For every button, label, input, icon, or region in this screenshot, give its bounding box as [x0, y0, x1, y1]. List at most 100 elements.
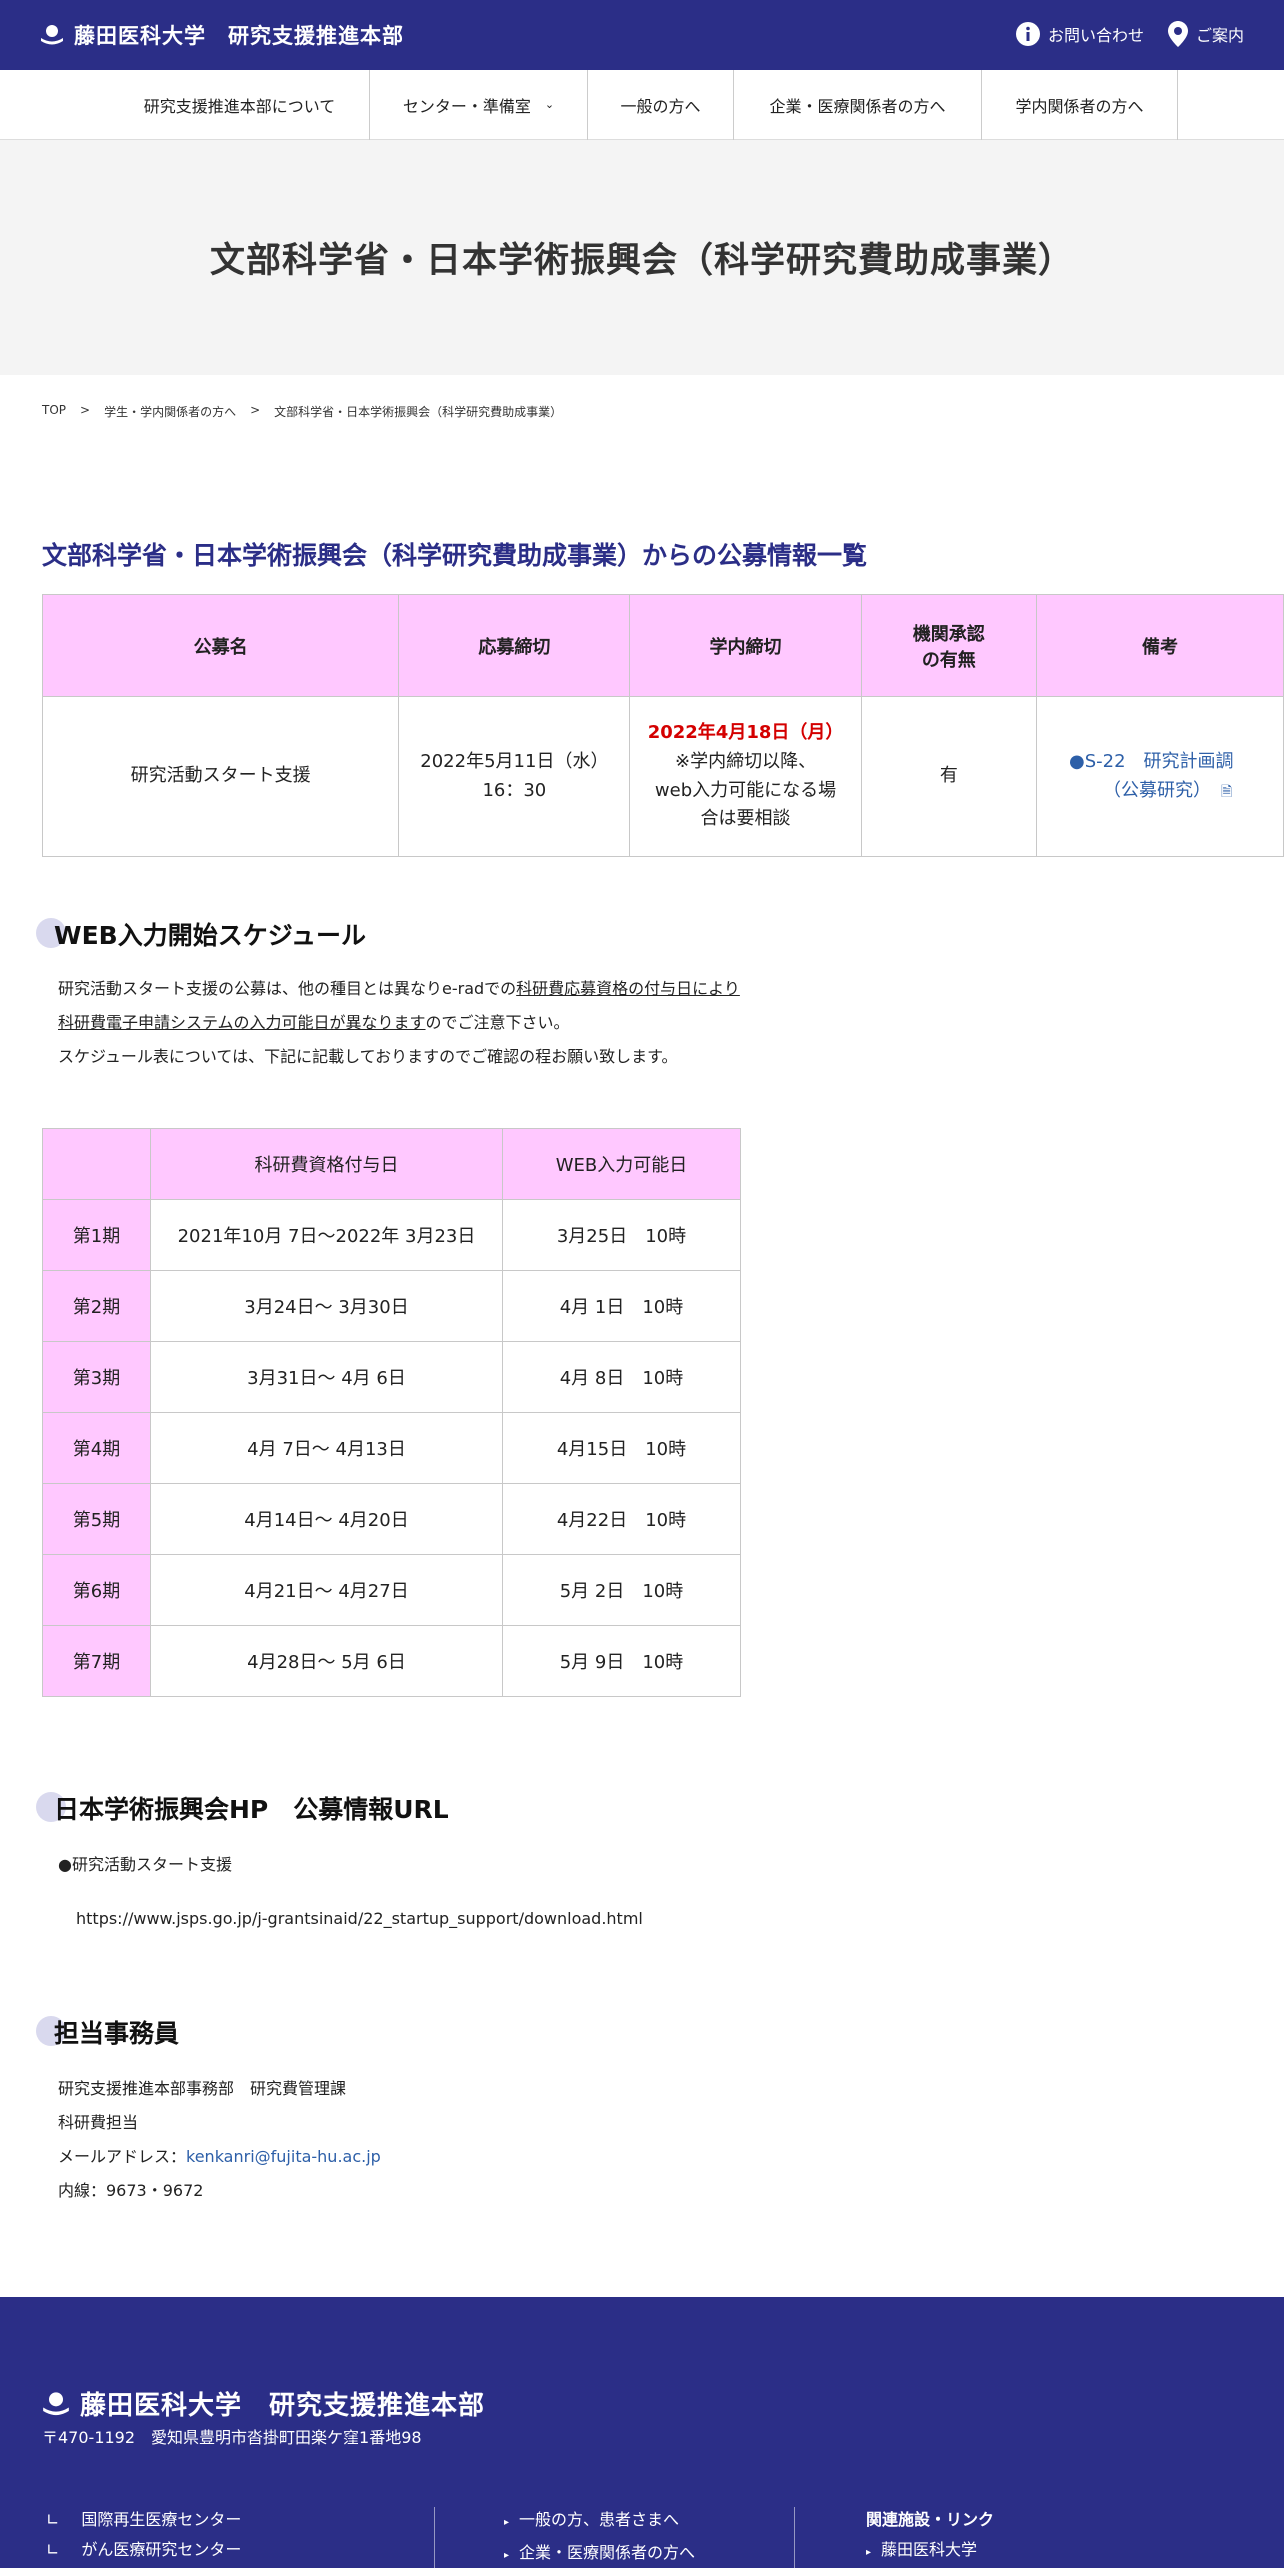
web-cell: 5月 2日 10時: [502, 1554, 741, 1626]
triangle-right-icon: ▸: [504, 2517, 510, 2528]
office-team: 科研費担当: [58, 2113, 139, 2132]
footer-col-title: 関連施設・リンク: [866, 2510, 995, 2529]
contact-label: お問い合わせ: [1047, 26, 1144, 45]
grant-cell: 4月28日～ 5月 6日: [150, 1625, 503, 1697]
logo-icon: [41, 25, 63, 45]
footer-divider: [434, 2507, 435, 2568]
table-row: 第6期 4月21日～ 4月27日 5月 2日 10時: [42, 1554, 741, 1626]
grant-cell: 4月14日～ 4月20日: [150, 1483, 503, 1555]
site-footer: 藤田医科大学 研究支援推進本部 〒470-1192 愛知県豊明市沓掛町田楽ケ窪1…: [0, 2297, 1284, 2568]
jsps-heading: 日本学術振興会HP 公募情報URL: [36, 1790, 449, 1826]
notes-link-label: （公募研究）: [1103, 779, 1212, 801]
section-title: 文部科学省・日本学術振興会（科学研究費助成事業）からの公募情報一覧: [42, 541, 868, 570]
web-cell: 4月 1日 10時: [502, 1270, 741, 1342]
grant-cell: 4月 7日～ 4月13日: [150, 1412, 503, 1484]
guide-label: ご案内: [1195, 26, 1244, 45]
nav-label: 企業・医療関係者の方へ: [769, 97, 946, 116]
site-logo[interactable]: 藤田医科大学 研究支援推進本部: [40, 20, 404, 50]
corner-arrow-icon: ∟: [46, 2540, 60, 2559]
mail-link[interactable]: kenkanri@fujita-hu.ac.jp: [186, 2147, 381, 2166]
document-icon: 🗎: [1221, 783, 1233, 800]
office-extension: 内線：9673・9672: [58, 2181, 204, 2200]
schedule-heading-text: WEB入力開始スケジュール: [54, 921, 366, 950]
web-cell: 3月25日 10時: [502, 1199, 741, 1271]
footer-link[interactable]: ∟ がん医療研究センター: [46, 2535, 241, 2565]
footer-address: 〒470-1192 愛知県豊明市沓掛町田楽ケ窪1番地98: [42, 2428, 422, 2447]
nav-item-centers[interactable]: センター・準備室 ⌄: [370, 70, 588, 140]
logo-icon: [43, 2391, 69, 2415]
table-row: 第7期 4月28日～ 5月 6日 5月 9日 10時: [42, 1625, 741, 1697]
breadcrumb-top[interactable]: TOP: [42, 403, 66, 420]
footer-link-label: がん医療研究センター: [81, 2540, 242, 2559]
col-header-notes: 備考: [1036, 594, 1284, 697]
office-info: 研究支援推進本部事務部 研究費管理課 科研費担当 メールアドレス：kenkanr…: [58, 2072, 381, 2208]
contact-link[interactable]: お問い合わせ: [1015, 21, 1144, 47]
grant-cell: 4月21日～ 4月27日: [150, 1554, 503, 1626]
deadline-date: 2022年5月11日（水）: [420, 750, 609, 772]
call-deadline: 2022年5月11日（水） 16：30: [398, 696, 631, 857]
chevron-down-icon: ⌄: [544, 97, 555, 111]
notes-link[interactable]: （公募研究） 🗎: [1069, 777, 1283, 806]
internal-note: 合は要相談: [700, 808, 791, 830]
office-heading: 担当事務員: [36, 2014, 180, 2050]
grant-cell: 2021年10月 7日～2022年 3月23日: [150, 1199, 503, 1271]
logo-text: 藤田医科大学 研究支援推進本部: [74, 24, 404, 48]
breadcrumb: TOP > 学生・学内関係者の方へ > 文部科学省・日本学術振興会（科学研究費助…: [42, 403, 562, 420]
footer-link[interactable]: ▸ 一般の方、患者さまへ: [504, 2505, 695, 2538]
page-hero: 文部科学省・日本学術振興会（科学研究費助成事業）: [0, 140, 1284, 375]
table-row: 第3期 3月31日～ 4月 6日 4月 8日 10時: [42, 1341, 741, 1413]
triangle-right-icon: ▸: [866, 2547, 872, 2558]
jsps-item: ●研究活動スタート支援: [58, 1855, 232, 1874]
notes-link[interactable]: ●S-22 研究計画調: [1069, 748, 1283, 777]
schedule-description: 研究活動スタート支援の公募は、他の種目とは異なりe-radでの科研費応募資格の付…: [58, 972, 740, 1074]
footer-link-label: 企業・医療関係者の方へ: [519, 2543, 696, 2562]
nav-item-internal[interactable]: 学内関係者の方へ: [982, 70, 1178, 140]
desc-underline: 科研費電子申請システムの入力可能日が異なります: [58, 1013, 426, 1032]
phase-cell: 第3期: [42, 1341, 151, 1413]
breadcrumb-internal[interactable]: 学生・学内関係者の方へ: [104, 403, 236, 420]
nav-label: 一般の方へ: [620, 97, 701, 116]
footer-link[interactable]: ▸ 企業・医療関係者の方へ: [504, 2538, 695, 2568]
table-row: 第4期 4月 7日～ 4月13日 4月15日 10時: [42, 1412, 741, 1484]
footer-divider: [794, 2507, 795, 2568]
office-dept: 研究支援推進本部事務部 研究費管理課: [58, 2079, 347, 2098]
office-heading-text: 担当事務員: [54, 2019, 180, 2048]
map-pin-icon: [1167, 21, 1188, 47]
footer-link[interactable]: ∟ 国際再生医療センター: [46, 2505, 241, 2535]
nav-item-business[interactable]: 企業・医療関係者の方へ: [734, 70, 982, 140]
desc-text: スケジュール表については、下記に記載しておりますのでご確認の程お願い致します。: [58, 1047, 678, 1066]
phase-cell: 第7期: [42, 1625, 151, 1697]
global-nav: 研究支援推進本部について センター・準備室 ⌄ 一般の方へ 企業・医療関係者の方へ…: [0, 70, 1284, 140]
guide-link[interactable]: ご案内: [1167, 21, 1244, 47]
phase-cell: 第4期: [42, 1412, 151, 1484]
jsps-url-link[interactable]: https://www.jsps.go.jp/j-grantsinaid/22_…: [76, 1902, 643, 1936]
nav-item-about[interactable]: 研究支援推進本部について: [110, 70, 370, 140]
web-cell: 4月15日 10時: [502, 1412, 741, 1484]
internal-note: ※学内締切以降、: [674, 750, 817, 772]
grant-cell: 3月24日～ 3月30日: [150, 1270, 503, 1342]
col-header-deadline: 応募締切: [398, 594, 631, 697]
footer-logo[interactable]: 藤田医科大学 研究支援推進本部: [42, 2385, 485, 2422]
table-row: 第1期 2021年10月 7日～2022年 3月23日 3月25日 10時: [42, 1199, 741, 1271]
col-header-name: 公募名: [41, 594, 400, 697]
call-name: 研究活動スタート支援: [41, 696, 400, 857]
breadcrumb-current: 文部科学省・日本学術振興会（科学研究費助成事業）: [274, 405, 563, 419]
desc-text: 研究活動スタート支援の公募は、他の種目とは異なりe-radでの: [58, 979, 517, 998]
site-header: 藤田医科大学 研究支援推進本部 お問い合わせ ご案内: [0, 0, 1284, 70]
breadcrumb-separator: >: [80, 403, 91, 417]
page-title: 文部科学省・日本学術振興会（科学研究費助成事業）: [209, 241, 1074, 281]
internal-deadline-date: 2022年4月18日（月）: [647, 721, 844, 743]
web-cell: 4月22日 10時: [502, 1483, 741, 1555]
footer-link-label: 一般の方、患者さまへ: [519, 2510, 680, 2529]
notes-cell: ●S-22 研究計画調 （公募研究） 🗎: [1036, 696, 1284, 857]
footer-link[interactable]: ▸ 藤田医科大学: [866, 2535, 994, 2568]
info-icon: [1015, 22, 1040, 46]
nav-item-general[interactable]: 一般の方へ: [588, 70, 734, 140]
nav-label: センター・準備室: [402, 97, 531, 116]
col-header-internal-deadline: 学内締切: [629, 594, 862, 697]
col-header-grant-date: 科研費資格付与日: [150, 1128, 503, 1200]
corner-arrow-icon: ∟: [46, 2510, 60, 2529]
table-row: 研究活動スタート支援 2022年5月11日（水） 16：30 2022年4月18…: [41, 696, 1284, 857]
phase-cell: 第6期: [42, 1554, 151, 1626]
desc-underline: 科研費応募資格の付与日により: [516, 979, 740, 998]
